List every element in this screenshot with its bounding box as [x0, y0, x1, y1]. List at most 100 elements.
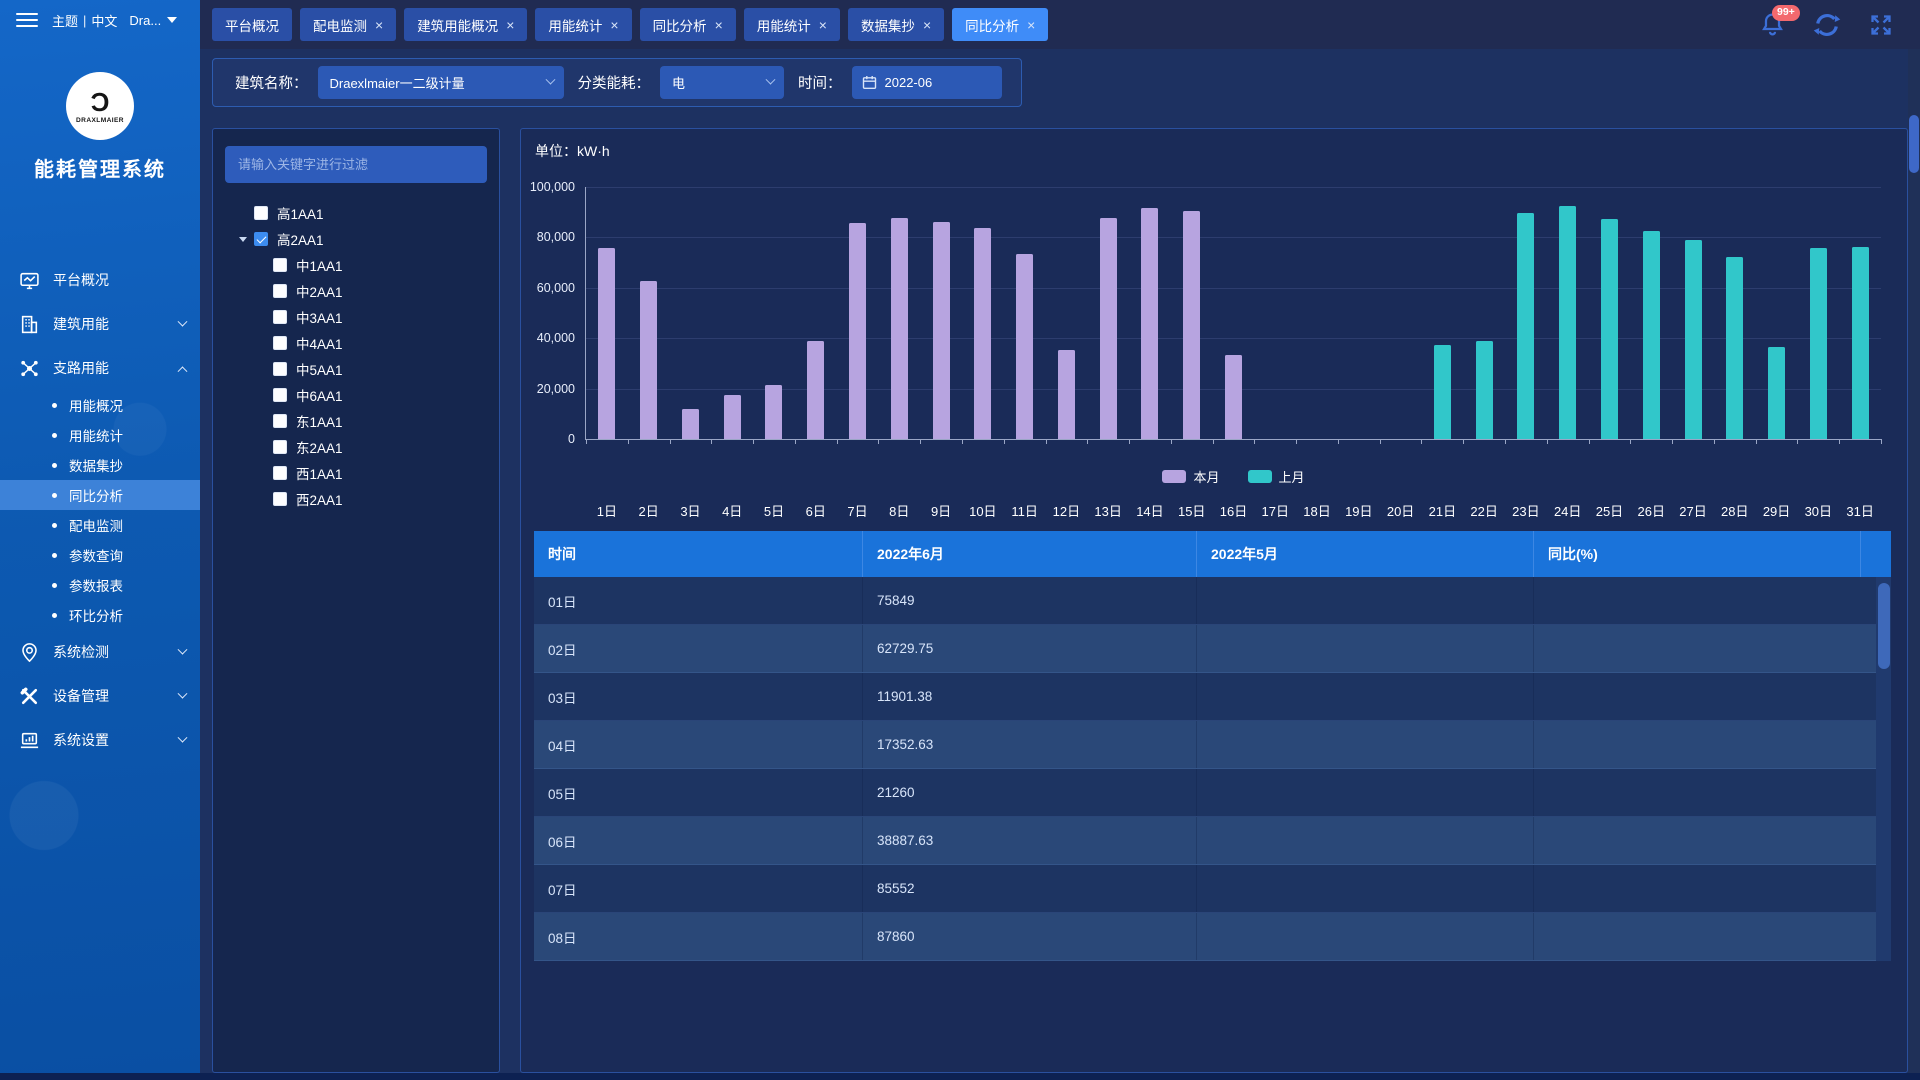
bar-5日-本月[interactable] [765, 385, 782, 439]
tab-用能统计[interactable]: 用能统计× [744, 8, 840, 41]
energy-type-select[interactable]: 电 [660, 66, 784, 99]
bar-16日-本月[interactable] [1225, 355, 1242, 439]
table-row[interactable]: 03日11901.38 [534, 673, 1891, 721]
tab-close-icon[interactable]: × [923, 18, 931, 32]
fullscreen-button[interactable] [1868, 12, 1894, 38]
user-menu[interactable]: Dra... [129, 13, 177, 28]
tab-建筑用能概况[interactable]: 建筑用能概况× [404, 8, 527, 41]
bar-11日-本月[interactable] [1016, 254, 1033, 439]
notifications-button[interactable]: 99+ [1759, 11, 1786, 38]
sidebar-item-参数报表[interactable]: 参数报表 [0, 570, 200, 600]
sidebar-item-用能统计[interactable]: 用能统计 [0, 420, 200, 450]
sidebar-item-系统设置[interactable]: 系统设置 [0, 718, 200, 762]
sidebar-item-平台概况[interactable]: 平台概况 [0, 258, 200, 302]
tree-node-西2AA1[interactable]: 西2AA1 [213, 486, 499, 512]
bar-3日-本月[interactable] [682, 409, 699, 439]
sidebar-item-设备管理[interactable]: 设备管理 [0, 674, 200, 718]
tab-close-icon[interactable]: × [715, 18, 723, 32]
tree-node-东1AA1[interactable]: 东1AA1 [213, 408, 499, 434]
checkbox[interactable] [273, 336, 287, 350]
bar-15日-本月[interactable] [1183, 211, 1200, 439]
tab-同比分析[interactable]: 同比分析× [640, 8, 736, 41]
bar-2日-本月[interactable] [640, 281, 657, 439]
bar-13日-本月[interactable] [1100, 218, 1117, 439]
tree-node-中4AA1[interactable]: 中4AA1 [213, 330, 499, 356]
tab-close-icon[interactable]: × [819, 18, 827, 32]
sidebar-item-用能概况[interactable]: 用能概况 [0, 390, 200, 420]
tree-search-input[interactable] [225, 146, 487, 183]
tree-node-中5AA1[interactable]: 中5AA1 [213, 356, 499, 382]
tree-node-中2AA1[interactable]: 中2AA1 [213, 278, 499, 304]
sidebar-item-环比分析[interactable]: 环比分析 [0, 600, 200, 630]
bar-6日-本月[interactable] [807, 341, 824, 439]
tree-node-中6AA1[interactable]: 中6AA1 [213, 382, 499, 408]
bar-23日-上月[interactable] [1517, 213, 1534, 439]
bar-9日-本月[interactable] [933, 222, 950, 439]
legend-item-上月[interactable]: 上月 [1248, 467, 1305, 486]
page-scrollbar-thumb[interactable] [1909, 115, 1919, 173]
bar-1日-本月[interactable] [598, 248, 615, 439]
refresh-button[interactable] [1812, 10, 1842, 40]
sidebar-item-支路用能[interactable]: 支路用能 [0, 346, 200, 390]
bar-14日-本月[interactable] [1141, 208, 1158, 439]
bar-24日-上月[interactable] [1559, 206, 1576, 439]
sidebar-item-建筑用能[interactable]: 建筑用能 [0, 302, 200, 346]
checkbox[interactable] [254, 206, 268, 220]
tree-node-中1AA1[interactable]: 中1AA1 [213, 252, 499, 278]
tab-close-icon[interactable]: × [506, 18, 514, 32]
table-row[interactable]: 07日85552 [534, 865, 1891, 913]
sidebar-item-数据集抄[interactable]: 数据集抄 [0, 450, 200, 480]
table-scrollbar-thumb[interactable] [1878, 583, 1890, 669]
tab-用能统计[interactable]: 用能统计× [535, 8, 631, 41]
tree-node-西1AA1[interactable]: 西1AA1 [213, 460, 499, 486]
tab-配电监测[interactable]: 配电监测× [300, 8, 396, 41]
sidebar-item-同比分析[interactable]: 同比分析 [0, 480, 200, 510]
building-select[interactable]: Draexlmaier一二级计量 [318, 66, 564, 99]
expand-arrow-icon[interactable] [239, 237, 247, 242]
legend-item-本月[interactable]: 本月 [1162, 467, 1219, 486]
bar-31日-上月[interactable] [1852, 247, 1869, 439]
checkbox[interactable] [273, 440, 287, 454]
bar-10日-本月[interactable] [974, 228, 991, 439]
sidebar-item-系统检测[interactable]: 系统检测 [0, 630, 200, 674]
table-row[interactable]: 05日21260 [534, 769, 1891, 817]
checkbox[interactable] [273, 310, 287, 324]
horizontal-scrollbar[interactable] [0, 1073, 1920, 1080]
bar-12日-本月[interactable] [1058, 350, 1075, 439]
checkbox[interactable] [273, 492, 287, 506]
bar-21日-上月[interactable] [1434, 345, 1451, 439]
tab-平台概况[interactable]: 平台概况 [212, 8, 292, 41]
tab-数据集抄[interactable]: 数据集抄× [848, 8, 944, 41]
date-picker[interactable]: 2022-06 [852, 66, 1002, 99]
checkbox[interactable] [273, 466, 287, 480]
bar-22日-上月[interactable] [1476, 341, 1493, 439]
bar-7日-本月[interactable] [849, 223, 866, 439]
tree-node-东2AA1[interactable]: 东2AA1 [213, 434, 499, 460]
hamburger-menu-icon[interactable] [16, 13, 38, 27]
page-scrollbar[interactable] [1908, 49, 1920, 1073]
bar-30日-上月[interactable] [1810, 248, 1827, 439]
bar-29日-上月[interactable] [1768, 347, 1785, 439]
bar-8日-本月[interactable] [891, 218, 908, 439]
checkbox[interactable] [273, 362, 287, 376]
theme-link[interactable]: 主题 [52, 11, 78, 30]
table-row[interactable]: 08日87860 [534, 913, 1891, 961]
tab-close-icon[interactable]: × [610, 18, 618, 32]
checkbox[interactable] [273, 388, 287, 402]
tab-close-icon[interactable]: × [1027, 18, 1035, 32]
bar-25日-上月[interactable] [1601, 219, 1618, 439]
checkbox[interactable] [273, 414, 287, 428]
table-row[interactable]: 01日75849 [534, 577, 1891, 625]
bar-27日-上月[interactable] [1685, 240, 1702, 439]
bar-26日-上月[interactable] [1643, 231, 1660, 439]
checkbox[interactable] [273, 258, 287, 272]
checkbox[interactable] [254, 232, 268, 246]
tree-node-中3AA1[interactable]: 中3AA1 [213, 304, 499, 330]
table-row[interactable]: 06日38887.63 [534, 817, 1891, 865]
tab-同比分析[interactable]: 同比分析× [952, 8, 1048, 41]
tree-node-高2AA1[interactable]: 高2AA1 [213, 226, 499, 252]
sidebar-item-配电监测[interactable]: 配电监测 [0, 510, 200, 540]
table-row[interactable]: 02日62729.75 [534, 625, 1891, 673]
sidebar-item-参数查询[interactable]: 参数查询 [0, 540, 200, 570]
language-link[interactable]: 中文 [91, 11, 117, 30]
